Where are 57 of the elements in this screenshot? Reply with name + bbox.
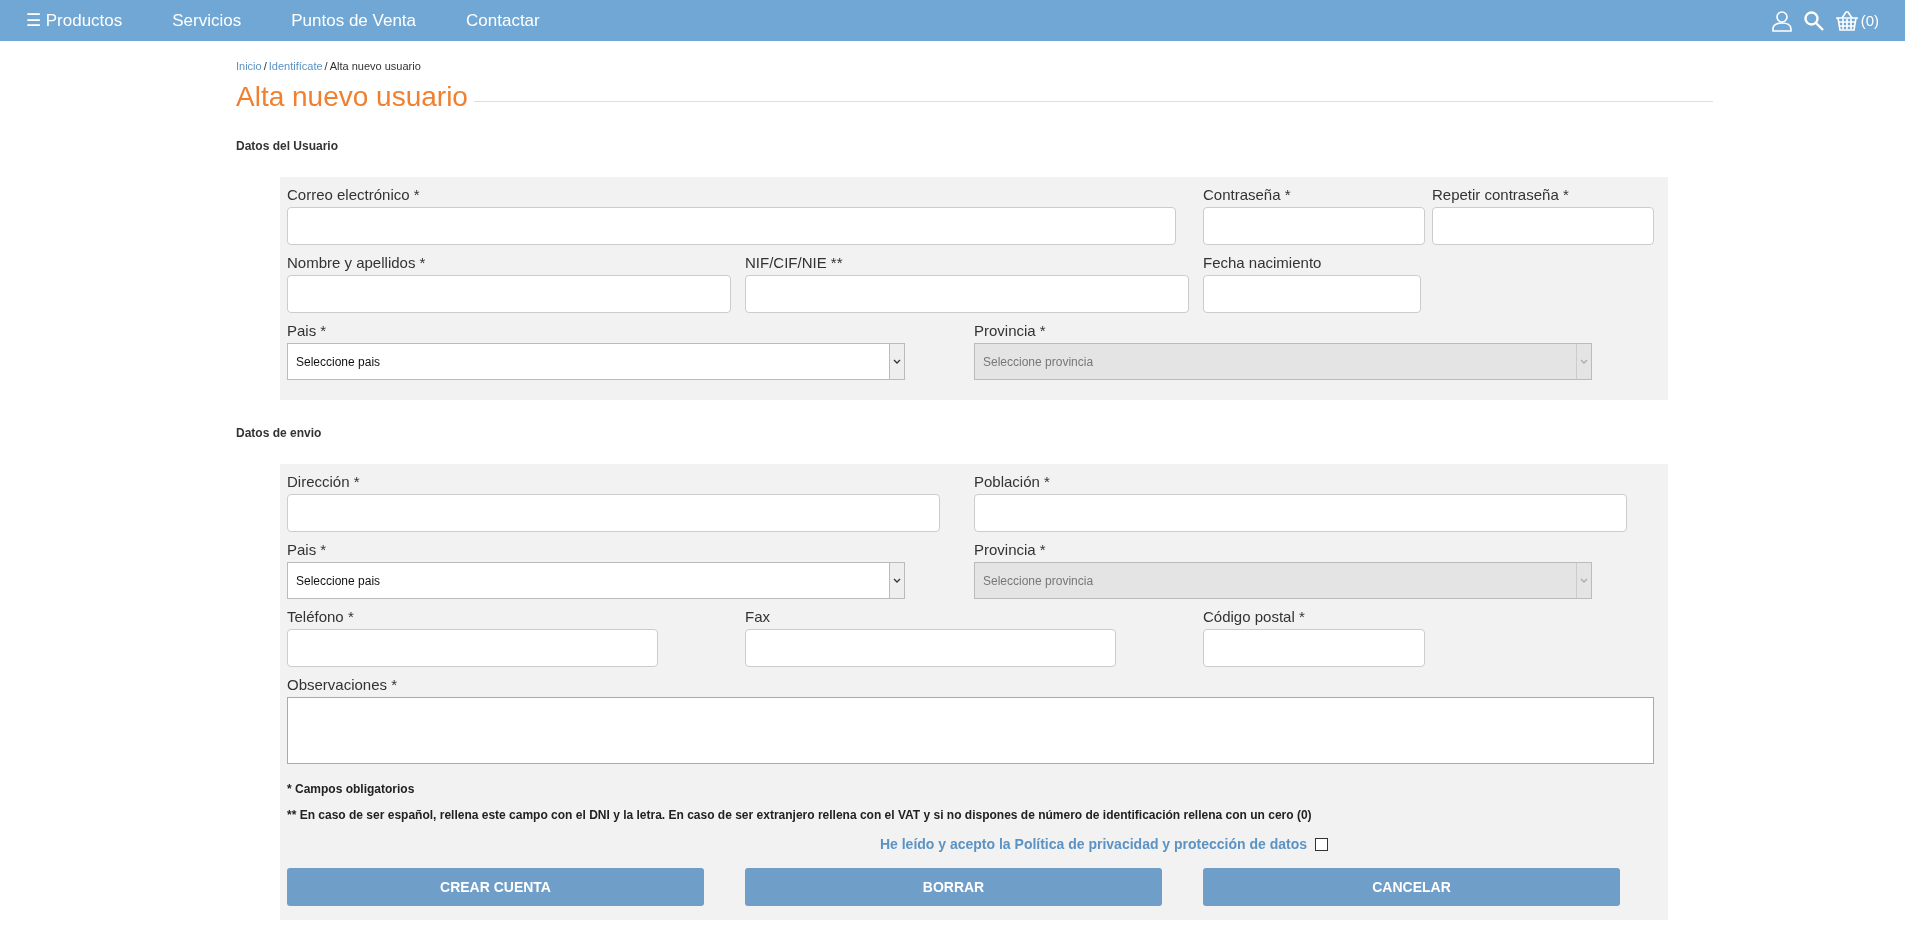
cart-count: (0) [1860,12,1879,29]
field-label: Observaciones * [287,675,399,695]
text-field[interactable] [1203,275,1421,313]
text-field[interactable] [745,275,1190,313]
field-label: Repetir contraseña * [1432,185,1570,205]
search-icon[interactable] [1802,9,1825,32]
action-button[interactable]: CANCELAR [1203,868,1620,906]
text-field[interactable] [287,494,940,532]
text-field[interactable] [1203,207,1426,245]
field-label: Dirección * [287,472,361,492]
nav-link[interactable]: Puntos de Venta [291,10,417,31]
field-label: Correo electrónico * [287,185,421,205]
text-field[interactable] [745,629,1116,667]
section-title: Datos del Usuario [236,139,340,153]
section-title: Datos de envio [236,426,323,440]
breadcrumb-link[interactable]: Identifícate [268,60,323,72]
field-label: Pais * [287,321,328,341]
caret-icon [893,578,902,583]
privacy-checkbox[interactable] [1315,837,1329,851]
privacy-consent-label[interactable]: He leído y acepto la Política de privacidad y protección de datos [879,836,1308,852]
basket-icon[interactable] [1834,10,1859,31]
text-field[interactable] [287,629,658,667]
text-field[interactable] [1203,629,1426,667]
note-text: ** En caso de ser español, rellena este campo con el DNI y la letra. En caso de ser extranjero rellena con el VAT y si no dispones de número de identificación rellena con un cero (0) [287,808,1313,822]
text-field[interactable] [287,275,732,313]
field-label: Código postal * [1203,607,1306,627]
dropdown-field[interactable]: Seleccione pais [287,562,906,599]
text-field[interactable] [1432,207,1655,245]
field-label: Población * [974,472,1051,492]
breadcrumb-separator: / [263,60,267,72]
field-label: Provincia * [974,321,1047,341]
text-field[interactable] [287,207,1176,245]
dropdown-field[interactable]: Seleccione pais [287,343,906,380]
nav-link[interactable]: Contactar [466,10,540,31]
field-label: Provincia * [974,540,1047,560]
field-label: Contraseña * [1203,185,1292,205]
field-label: Nombre y apellidos * [287,253,427,273]
page-title: Alta nuevo usuario [236,81,468,113]
field-label: NIF/CIF/NIE ** [745,253,844,273]
field-label: Teléfono * [287,607,355,627]
field-label: Fax [745,607,771,627]
caret-icon [1580,578,1589,583]
text-field[interactable] [974,494,1627,532]
action-button[interactable]: BORRAR [745,868,1162,906]
note-text: * Campos obligatorios [287,782,416,796]
nav-link[interactable]: ☰ Productos [26,10,123,31]
text-area[interactable] [287,697,1655,764]
breadcrumb-link[interactable]: Inicio [236,60,262,72]
nav-link[interactable]: Servicios [172,10,242,31]
caret-icon [893,359,902,364]
user-icon[interactable] [1770,9,1793,32]
caret-icon [1580,359,1589,364]
action-button[interactable]: CREAR CUENTA [287,868,704,906]
field-label: Fecha nacimiento [1203,253,1323,273]
breadcrumb-current: Alta nuevo usuario [329,60,421,72]
breadcrumb-separator: / [324,60,328,72]
field-label: Pais * [287,540,328,560]
